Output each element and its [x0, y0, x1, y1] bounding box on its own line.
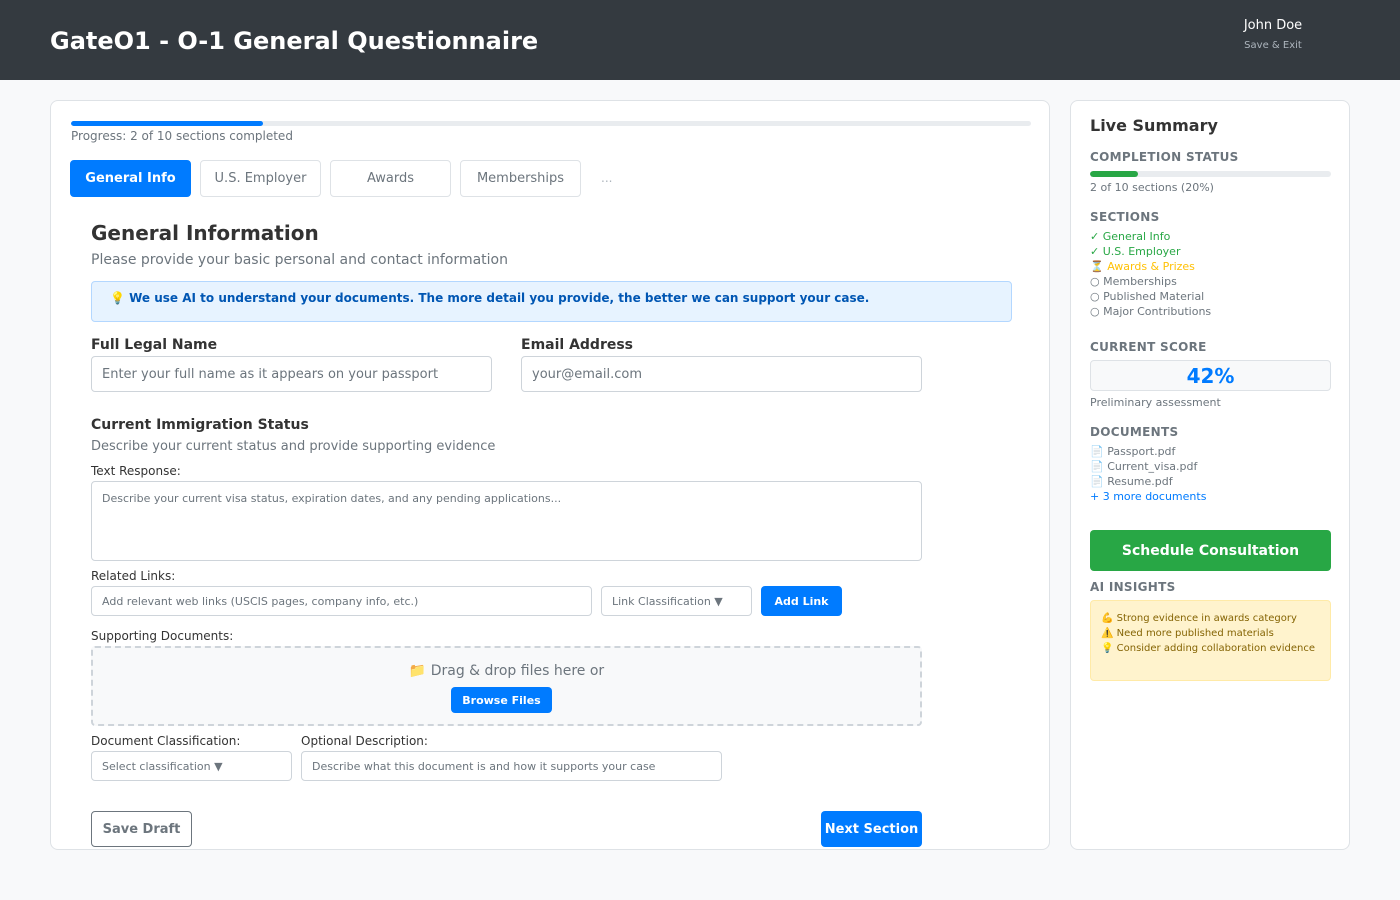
insight-item: 💪 Strong evidence in awards category — [1101, 613, 1297, 624]
ai-insights-box: 💪 Strong evidence in awards category ⚠️ … — [1090, 600, 1331, 681]
schedule-consultation-button[interactable]: Schedule Consultation — [1090, 530, 1331, 571]
section-status-item[interactable]: ✓ U.S. Employer — [1090, 245, 1180, 258]
document-classification-select[interactable]: Select classification ▼ — [91, 751, 292, 781]
section-title: General Information — [91, 221, 319, 245]
dropzone-text: 📁 Drag & drop files here or — [408, 663, 605, 679]
document-classification-label: Document Classification: — [91, 734, 241, 748]
documents-heading: DOCUMENTS — [1090, 425, 1179, 439]
tabs-overflow[interactable]: ... — [601, 171, 612, 185]
ai-insights-heading: AI INSIGHTS — [1090, 580, 1176, 594]
section-status-item[interactable]: ○ Published Material — [1090, 290, 1204, 303]
progress-text: Progress: 2 of 10 sections completed — [71, 129, 293, 143]
section-status-item[interactable]: ⏳ Awards & Prizes — [1090, 260, 1195, 273]
link-url-input[interactable]: Add relevant web links (USCIS pages, com… — [91, 586, 592, 616]
immigration-status-title: Current Immigration Status — [91, 417, 309, 433]
save-draft-button[interactable]: Save Draft — [91, 811, 192, 847]
user-name: John Doe — [1243, 18, 1303, 33]
browse-files-button[interactable]: Browse Files — [451, 687, 552, 713]
completion-bar — [1090, 171, 1331, 177]
completion-text: 2 of 10 sections (20%) — [1090, 181, 1214, 194]
document-item[interactable]: 📄 Resume.pdf — [1090, 475, 1173, 488]
text-response-textarea[interactable]: Describe your current visa status, expir… — [91, 481, 922, 561]
section-status-item[interactable]: ○ Memberships — [1090, 275, 1177, 288]
immigration-status-description: Describe your current status and provide… — [91, 439, 496, 454]
related-links-label: Related Links: — [91, 569, 176, 583]
section-status-item[interactable]: ○ Major Contributions — [1090, 305, 1211, 318]
section-status-item[interactable]: ✓ General Info — [1090, 230, 1170, 243]
tab-memberships[interactable]: Memberships — [460, 160, 581, 197]
completion-bar-fill — [1090, 171, 1139, 177]
score-value: 42% — [1090, 360, 1331, 391]
ai-notice-banner: 💡 We use AI to understand your documents… — [91, 281, 1012, 322]
add-link-button[interactable]: Add Link — [761, 586, 842, 616]
next-section-button[interactable]: Next Section — [821, 811, 922, 847]
full-name-input[interactable]: Enter your full name as it appears on yo… — [91, 356, 492, 392]
section-subtitle: Please provide your basic personal and c… — [91, 252, 508, 268]
more-documents-link[interactable]: + 3 more documents — [1090, 490, 1206, 503]
email-label: Email Address — [521, 337, 634, 353]
tab-awards[interactable]: Awards — [330, 160, 451, 197]
top-header: GateO1 - O-1 General Questionnaire John … — [0, 0, 1400, 80]
optional-description-label: Optional Description: — [301, 734, 428, 748]
email-input[interactable]: your@email.com — [521, 356, 922, 392]
full-name-label: Full Legal Name — [91, 337, 218, 353]
tab-us-employer[interactable]: U.S. Employer — [200, 160, 321, 197]
document-item[interactable]: 📄 Current_visa.pdf — [1090, 460, 1197, 473]
link-classification-select[interactable]: Link Classification ▼ — [601, 586, 752, 616]
file-dropzone[interactable]: 📁 Drag & drop files here or Browse Files — [91, 646, 922, 726]
insight-item: 💡 Consider adding collaboration evidence — [1101, 643, 1315, 654]
progress-bar — [71, 121, 1031, 126]
document-item[interactable]: 📄 Passport.pdf — [1090, 445, 1175, 458]
sections-heading: SECTIONS — [1090, 210, 1160, 224]
current-score-heading: CURRENT SCORE — [1090, 340, 1207, 354]
progress-bar-fill — [71, 121, 263, 126]
tab-general-info[interactable]: General Info — [70, 160, 191, 197]
completion-status-heading: COMPLETION STATUS — [1090, 150, 1239, 164]
text-response-label: Text Response: — [91, 464, 181, 478]
optional-description-input[interactable]: Describe what this document is and how i… — [301, 751, 722, 781]
questionnaire-card: Progress: 2 of 10 sections completed Gen… — [50, 100, 1050, 850]
live-summary-title: Live Summary — [1090, 116, 1218, 135]
save-exit-link[interactable]: Save & Exit — [1200, 40, 1346, 51]
supporting-documents-label: Supporting Documents: — [91, 629, 234, 643]
live-summary-panel: Live Summary COMPLETION STATUS 2 of 10 s… — [1070, 100, 1350, 850]
score-note: Preliminary assessment — [1090, 396, 1221, 409]
insight-item: ⚠️ Need more published materials — [1101, 628, 1274, 639]
app-title: GateO1 - O-1 General Questionnaire — [50, 27, 539, 55]
